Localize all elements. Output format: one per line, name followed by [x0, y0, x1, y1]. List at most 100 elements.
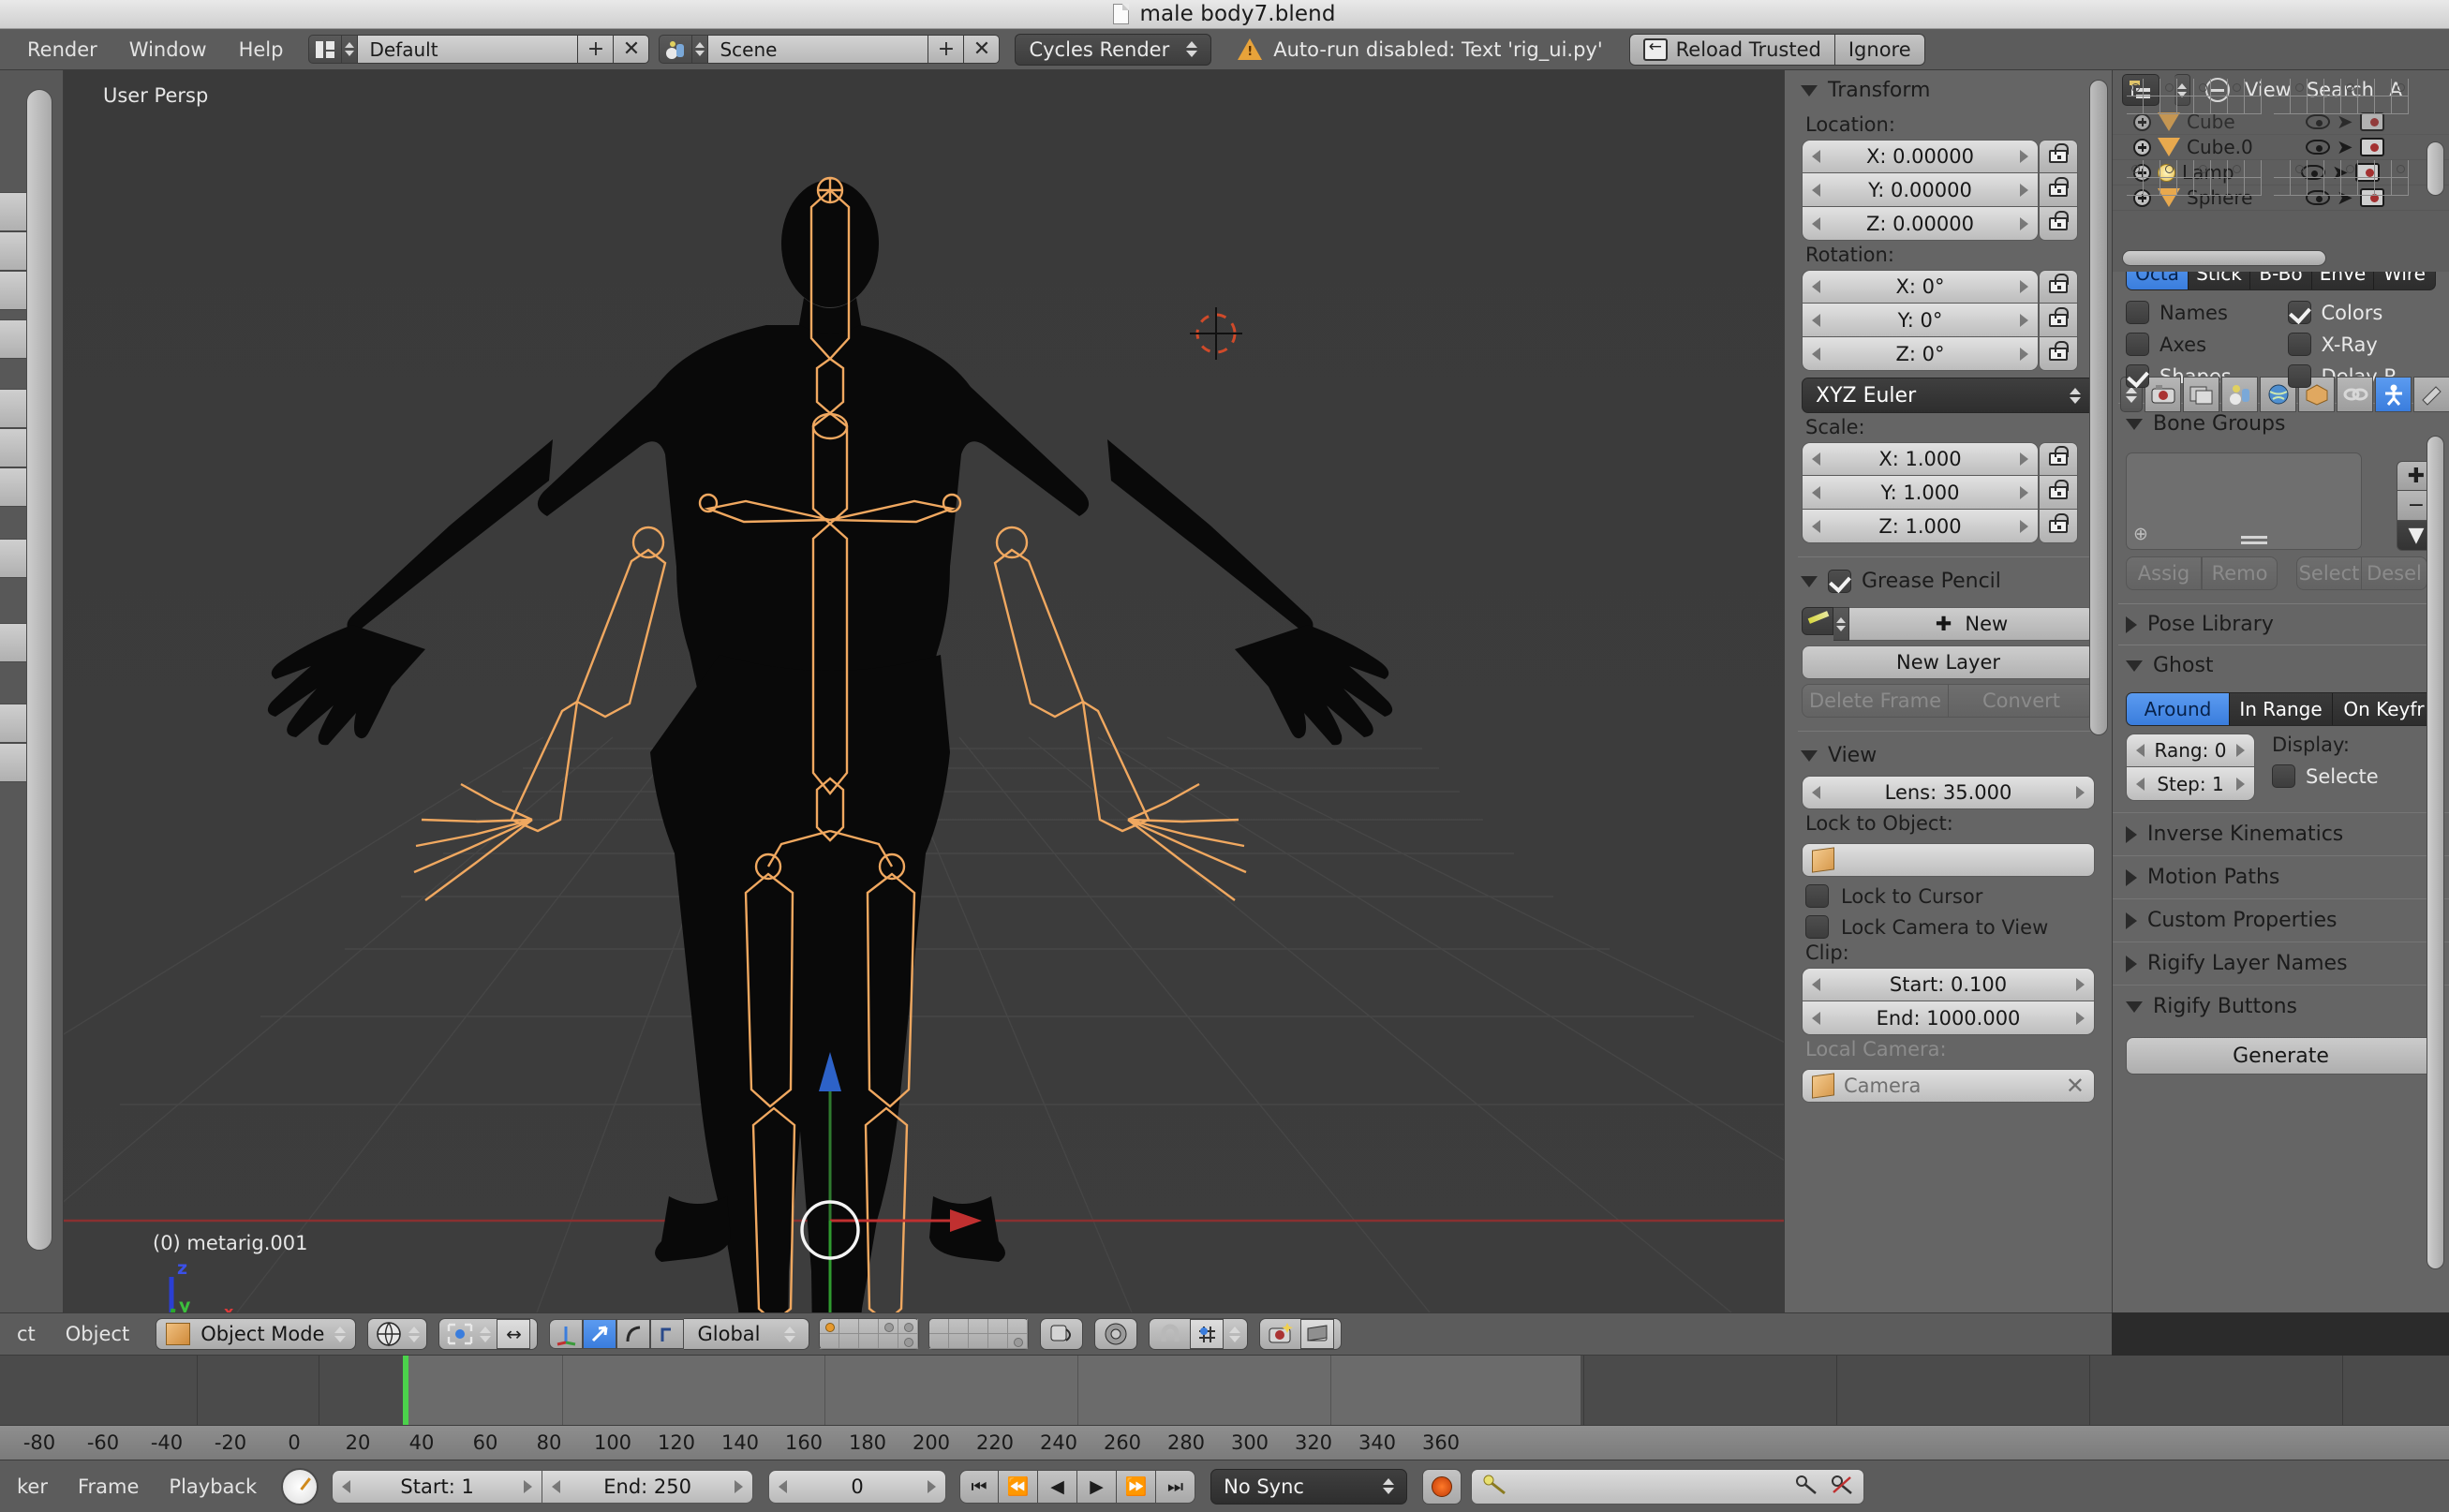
assign-button[interactable]: Assig	[2126, 556, 2202, 590]
key-remove-icon[interactable]	[1830, 1474, 1854, 1500]
viewport-shading-select[interactable]	[367, 1318, 427, 1350]
auto-keying-icon[interactable]	[281, 1468, 319, 1505]
location-x-field[interactable]: X: 0.00000	[1802, 140, 2039, 173]
display-names-row[interactable]: Names	[2126, 301, 2288, 324]
select-button[interactable]: Select	[2296, 556, 2362, 590]
screen-layout-icon[interactable]	[308, 35, 342, 64]
outliner-row-cube0[interactable]: Cube.0 ➤	[2113, 135, 2449, 160]
current-frame-field[interactable]: 0	[768, 1470, 946, 1504]
convert-button[interactable]: Convert	[1949, 684, 2095, 718]
ignore-button[interactable]: Ignore	[1835, 34, 1925, 66]
scene-tab[interactable]	[2221, 377, 2258, 412]
pose-library-section-header[interactable]: Pose Library	[2113, 604, 2449, 645]
3d-viewport[interactable]: User Persp (0) metarig.001 z y x	[64, 70, 1784, 1312]
rigify-buttons-accordion[interactable]: Rigify Buttons	[2113, 985, 2449, 1028]
constraints-tab[interactable]	[2337, 377, 2373, 412]
falloff-toggle[interactable]	[1094, 1318, 1137, 1350]
axes-checkbox[interactable]	[2126, 333, 2149, 356]
manipulator-icon[interactable]: ↔	[497, 1319, 530, 1349]
play-reverse-button[interactable]: ◀	[1038, 1470, 1077, 1504]
scale-x-field[interactable]: X: 1.000	[1802, 442, 2039, 476]
ghost-mode-on-keyframes[interactable]: On Keyfr	[2333, 693, 2435, 725]
motion-paths-accordion[interactable]: Motion Paths	[2113, 855, 2449, 898]
timeline-menu-marker[interactable]: ker	[2, 1475, 63, 1498]
lock-scale-z[interactable]	[2039, 510, 2078, 543]
screen-layout-selector[interactable]: Default + ✕	[308, 35, 649, 64]
ghost-mode-around[interactable]: Around	[2127, 693, 2230, 725]
protected-block-right[interactable]	[2273, 159, 2410, 197]
ghost-selected-only-checkbox[interactable]	[2272, 764, 2295, 788]
lock-location-y[interactable]	[2039, 173, 2078, 207]
rotation-x-field[interactable]: X: 0°	[1802, 270, 2039, 304]
scene-layers-right[interactable]	[928, 1318, 1029, 1350]
render-tab[interactable]	[2145, 377, 2181, 412]
translate-mode-icon[interactable]	[583, 1319, 616, 1349]
add-screen-layout-button[interactable]: +	[578, 35, 614, 64]
proportional-edit-toggle[interactable]	[1040, 1318, 1083, 1350]
rotation-y-field[interactable]: Y: 0°	[1802, 304, 2039, 337]
eye-icon[interactable]	[2306, 114, 2330, 129]
add-scene-button[interactable]: +	[928, 35, 964, 64]
lock-rotation-z[interactable]	[2039, 337, 2078, 371]
grip-icon[interactable]	[2241, 536, 2267, 539]
lock-to-cursor-row[interactable]: Lock to Cursor	[1805, 884, 2112, 908]
timeline-menu-frame[interactable]: Frame	[63, 1475, 154, 1498]
scale-mode-icon[interactable]	[650, 1319, 684, 1349]
translate-manipulator-icon[interactable]	[549, 1319, 583, 1349]
record-button[interactable]	[1422, 1469, 1462, 1505]
inverse-kinematics-accordion[interactable]: Inverse Kinematics	[2113, 812, 2449, 855]
camera-icon[interactable]	[2360, 138, 2384, 156]
snap-controls[interactable]	[1149, 1318, 1248, 1350]
layer-block-right[interactable]	[2273, 78, 2410, 115]
bone-tab[interactable]	[2413, 377, 2449, 412]
transform-section-header[interactable]: Transform	[1785, 70, 2112, 111]
opengl-render-icon[interactable]	[1300, 1319, 1334, 1349]
local-camera-field[interactable]: Camera ✕	[1802, 1069, 2095, 1103]
render-buttons[interactable]	[1259, 1318, 1342, 1350]
lens-field[interactable]: Lens: 35.000	[1802, 776, 2095, 809]
plus-circle-icon[interactable]	[2133, 113, 2151, 131]
armature-layers-top[interactable]	[2126, 78, 2449, 115]
colors-checkbox[interactable]	[2288, 301, 2311, 324]
properties-scrollbar[interactable]	[2427, 436, 2444, 1269]
grease-pencil-checkbox[interactable]	[1828, 570, 1851, 593]
rotation-mode-select[interactable]: XYZ Euler	[1802, 378, 2095, 413]
xray-checkbox[interactable]	[2288, 333, 2311, 356]
rotate-mode-icon[interactable]	[616, 1319, 650, 1349]
pencil-icon[interactable]	[1802, 607, 1833, 635]
scene-layers-left[interactable]	[819, 1318, 919, 1350]
playhead[interactable]	[403, 1356, 408, 1425]
viewport-menu-select[interactable]: ct	[2, 1323, 51, 1345]
lock-camera-to-view-row[interactable]: Lock Camera to View	[1805, 915, 2112, 939]
next-keyframe-button[interactable]: ⏩	[1117, 1470, 1156, 1504]
timeline-menu-playback[interactable]: Playback	[154, 1475, 272, 1498]
screen-layout-spinner[interactable]	[342, 35, 358, 64]
new-layer-button[interactable]: New Layer	[1802, 645, 2095, 679]
menu-render[interactable]: Render	[11, 29, 113, 70]
lock-rotation-y[interactable]	[2039, 304, 2078, 337]
display-colors-row[interactable]: Colors	[2288, 301, 2449, 324]
bone-groups-list[interactable]: ⊕	[2126, 452, 2362, 550]
grease-pencil-spinner[interactable]	[1833, 607, 1849, 641]
eye-icon[interactable]	[2306, 140, 2330, 155]
jump-to-end-button[interactable]: ⏭	[1156, 1470, 1195, 1504]
toolshelf-scrollbar[interactable]	[26, 89, 52, 1251]
scene-icon[interactable]	[659, 35, 692, 64]
plus-circle-icon[interactable]	[2133, 139, 2151, 156]
delete-screen-layout-button[interactable]: ✕	[614, 35, 649, 64]
play-button[interactable]: ▶	[1077, 1470, 1117, 1504]
sync-mode-select[interactable]: No Sync	[1210, 1469, 1407, 1505]
lock-to-cursor-checkbox[interactable]	[1805, 884, 1829, 908]
transform-orientation-select[interactable]: Global	[684, 1318, 809, 1350]
camera-icon[interactable]	[2360, 112, 2384, 131]
lock-scale-x[interactable]	[2039, 442, 2078, 476]
pivot-and-manipulator[interactable]: ↔	[438, 1318, 538, 1350]
scene-name[interactable]: Scene	[708, 35, 928, 64]
lock-location-z[interactable]	[2039, 207, 2078, 241]
delay-refresh-checkbox[interactable]	[2288, 364, 2311, 388]
tool-shelf[interactable]	[0, 70, 64, 1312]
ghost-mode-in-range[interactable]: In Range	[2230, 693, 2333, 725]
scene-spinner[interactable]	[692, 35, 708, 64]
timeline-ruler[interactable]: -80 -60 -40 -20 0 20 40 60 80 100 120 14…	[0, 1425, 2449, 1460]
deselect-button[interactable]: Desel	[2362, 556, 2427, 590]
